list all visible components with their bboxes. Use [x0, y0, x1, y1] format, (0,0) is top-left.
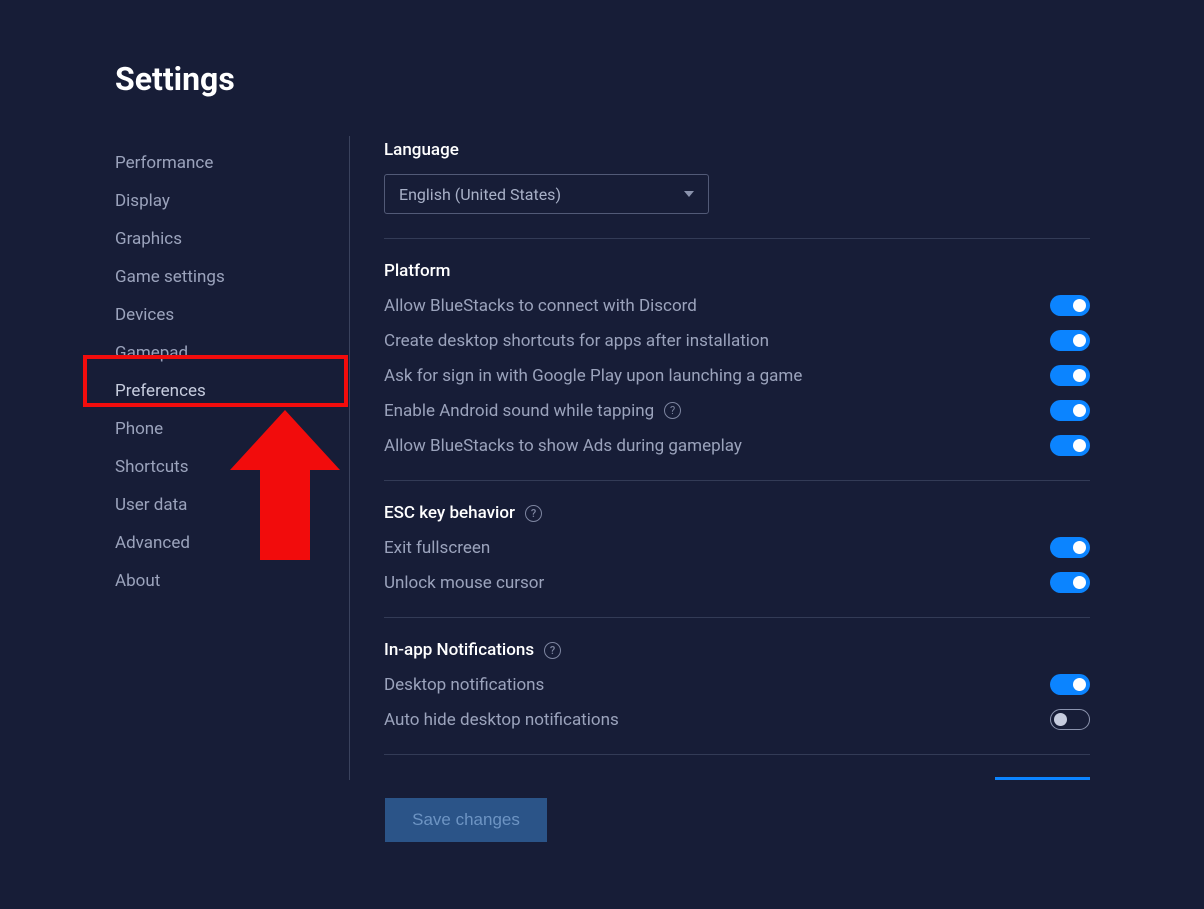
toggle-knob [1073, 678, 1086, 691]
setting-label: Auto hide desktop notifications [384, 710, 619, 730]
esc-label: ESC key behavior ? [384, 503, 1090, 523]
caret-down-icon [684, 191, 694, 197]
platform-label: Platform [384, 261, 1090, 281]
sidebar-item-label: Gamepad [115, 343, 188, 363]
toggle-switch[interactable] [1050, 330, 1090, 351]
setting-label: Allow BlueStacks to connect with Discord [384, 296, 697, 316]
setting-row: Unlock mouse cursor [384, 572, 1090, 593]
sidebar-item-graphics[interactable]: Graphics [115, 220, 349, 258]
toggle-knob [1054, 713, 1067, 726]
setting-label: Ask for sign in with Google Play upon la… [384, 366, 802, 386]
setting-row: Desktop notifications [384, 674, 1090, 695]
toggle-knob [1073, 404, 1086, 417]
toggle-knob [1073, 299, 1086, 312]
language-label: Language [384, 140, 1090, 160]
save-changes-button[interactable]: Save changes [385, 798, 547, 842]
sidebar-item-user-data[interactable]: User data [115, 486, 349, 524]
toggle-switch[interactable] [1050, 674, 1090, 695]
setting-row: Auto hide desktop notifications [384, 709, 1090, 730]
main-panel: Language English (United States) Platfor… [350, 136, 1090, 780]
sidebar-item-shortcuts[interactable]: Shortcuts [115, 448, 349, 486]
toggle-switch[interactable] [1050, 365, 1090, 386]
divider [384, 480, 1090, 481]
setting-label: Create desktop shortcuts for apps after … [384, 331, 769, 351]
language-selected: English (United States) [399, 185, 561, 204]
divider [384, 617, 1090, 618]
sidebar-item-label: Game settings [115, 267, 225, 287]
toggle-knob [1073, 541, 1086, 554]
setting-label: Desktop notifications [384, 675, 544, 695]
sidebar-item-label: Shortcuts [115, 457, 189, 477]
sidebar-item-label: Phone [115, 419, 163, 439]
setting-row: Enable Android sound while tapping? [384, 400, 1090, 421]
divider [384, 754, 1090, 755]
setting-label: Enable Android sound while tapping? [384, 401, 681, 421]
toggle-switch[interactable] [1050, 709, 1090, 730]
setting-row: Allow BlueStacks to show Ads during game… [384, 435, 1090, 456]
sidebar-item-label: Display [115, 191, 170, 211]
toggle-knob [1073, 334, 1086, 347]
sidebar-item-label: User data [115, 495, 187, 515]
toggle-knob [1073, 369, 1086, 382]
setting-row: Create desktop shortcuts for apps after … [384, 330, 1090, 351]
toggle-knob [1073, 576, 1086, 589]
sidebar-item-display[interactable]: Display [115, 182, 349, 220]
sidebar-item-preferences[interactable]: Preferences [115, 372, 349, 410]
help-icon[interactable]: ? [525, 505, 542, 522]
sidebar-item-advanced[interactable]: Advanced [115, 524, 349, 562]
toggle-switch[interactable] [1050, 572, 1090, 593]
setting-row: Exit fullscreen [384, 537, 1090, 558]
sidebar-item-phone[interactable]: Phone [115, 410, 349, 448]
language-dropdown[interactable]: English (United States) [384, 174, 709, 214]
sidebar-item-label: Preferences [115, 381, 206, 406]
help-icon[interactable]: ? [544, 642, 561, 659]
sidebar-item-label: Graphics [115, 229, 182, 249]
setting-label: Exit fullscreen [384, 538, 490, 558]
toggle-switch[interactable] [1050, 537, 1090, 558]
toggle-switch[interactable] [1050, 435, 1090, 456]
setting-label: Unlock mouse cursor [384, 573, 544, 593]
setting-row: Ask for sign in with Google Play upon la… [384, 365, 1090, 386]
sidebar-item-performance[interactable]: Performance [115, 144, 349, 182]
page-title: Settings [115, 60, 1204, 98]
sidebar-item-label: Devices [115, 305, 174, 325]
sidebar-item-label: Performance [115, 153, 213, 173]
sidebar-item-label: Advanced [115, 533, 190, 553]
toggle-switch[interactable] [1050, 295, 1090, 316]
sidebar-item-about[interactable]: About [115, 562, 349, 600]
sidebar-item-label: About [115, 571, 160, 591]
setting-row: Allow BlueStacks to connect with Discord [384, 295, 1090, 316]
settings-sidebar: Performance Display Graphics Game settings D… [115, 136, 350, 780]
sidebar-item-devices[interactable]: Devices [115, 296, 349, 334]
sidebar-item-game-settings[interactable]: Game settings [115, 258, 349, 296]
toggle-knob [1073, 439, 1086, 452]
help-icon[interactable]: ? [664, 402, 681, 419]
inapp-label: In-app Notifications ? [384, 640, 1090, 660]
toggle-switch[interactable] [1050, 400, 1090, 421]
divider [384, 238, 1090, 239]
sidebar-item-gamepad[interactable]: Gamepad [115, 334, 349, 372]
manage-button[interactable]: Manage ↗ [995, 777, 1090, 780]
setting-label: Allow BlueStacks to show Ads during game… [384, 436, 742, 456]
